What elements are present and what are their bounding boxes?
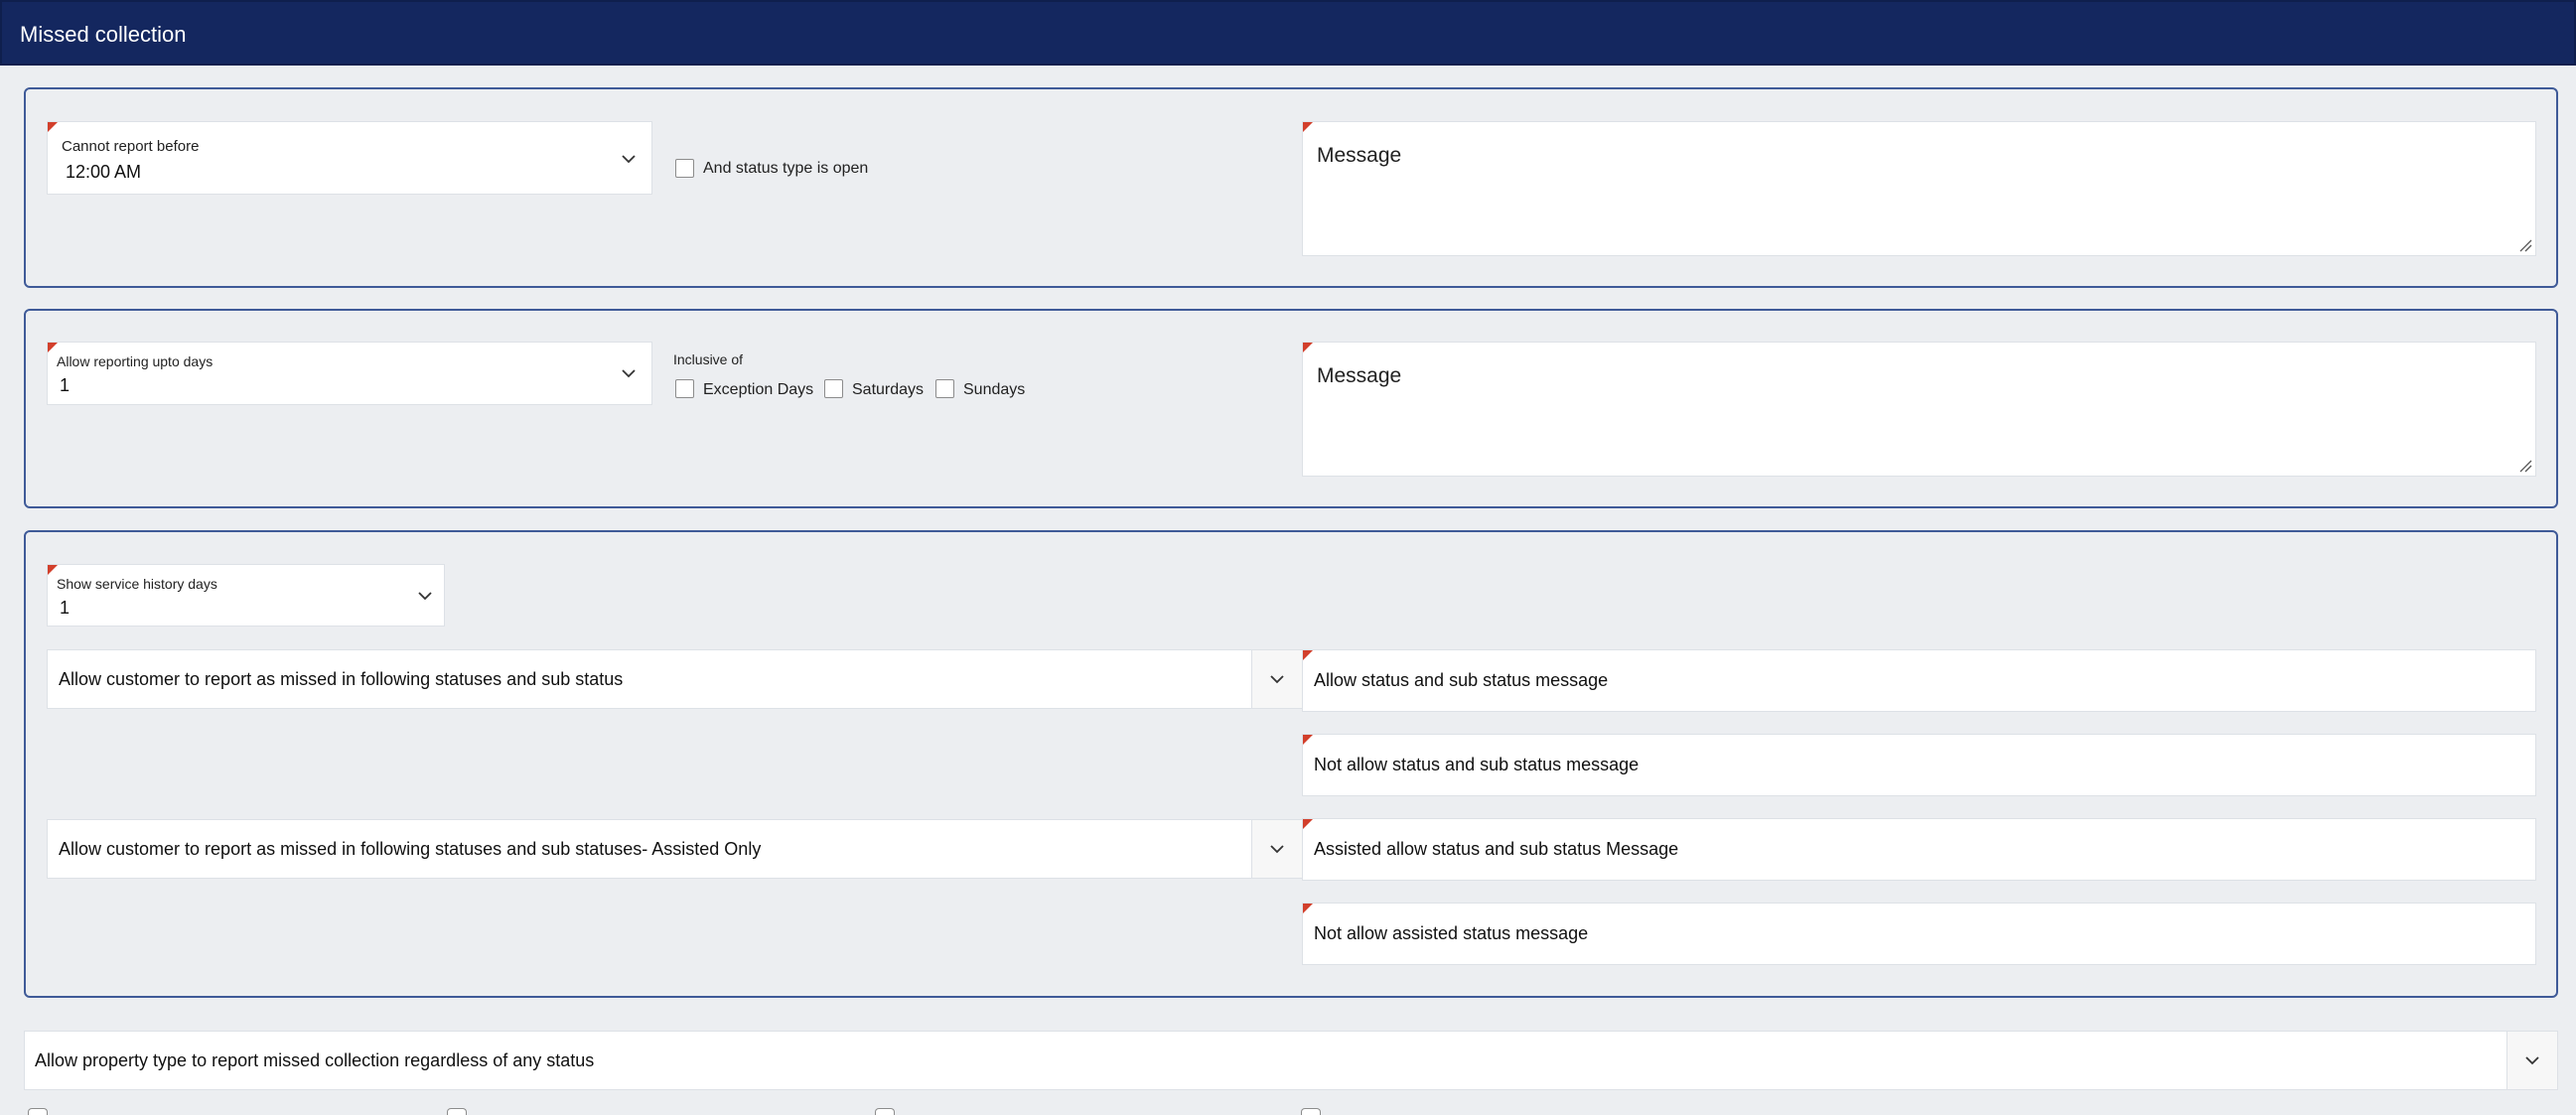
statuses-select-toggle[interactable] xyxy=(1251,650,1302,708)
resize-handle-icon[interactable] xyxy=(2518,238,2532,252)
assisted-select-text: Allow customer to report as missed in fo… xyxy=(59,839,762,859)
allow-status-message-text: Allow status and sub status message xyxy=(1314,670,1609,690)
page-title: Missed collection xyxy=(20,22,187,47)
message-textarea-1[interactable]: Message xyxy=(1302,121,2536,256)
dropdown-label: Show service history days xyxy=(57,576,217,592)
property-type-select[interactable]: Allow property type to report missed col… xyxy=(24,1031,2558,1090)
saturdays-label: Saturdays xyxy=(852,381,925,398)
allow-status-message-input[interactable]: Allow status and sub status message xyxy=(1302,649,2536,712)
inclusive-of-label: Inclusive of xyxy=(673,351,744,367)
cannot-report-before-panel: Cannot report before 12:00 AM And status… xyxy=(24,87,2558,288)
assisted-allow-message-text: Assisted allow status and sub status Mes… xyxy=(1314,839,1679,859)
assisted-allow-message-input[interactable]: Assisted allow status and sub status Mes… xyxy=(1302,818,2536,881)
statuses-select[interactable]: Allow customer to report as missed in fo… xyxy=(47,649,1303,709)
status-open-checkbox[interactable] xyxy=(675,159,694,178)
not-allow-status-message-text: Not allow status and sub status message xyxy=(1314,755,1640,774)
dropdown-value: 12:00 AM xyxy=(66,162,142,182)
exception-days-checkbox[interactable] xyxy=(675,379,694,398)
reporting-days-panel: Allow reporting upto days 1 Inclusive of… xyxy=(24,309,2558,508)
assisted-select-toggle[interactable] xyxy=(1251,820,1302,878)
chevron-down-icon xyxy=(618,362,640,384)
exception-days-label: Exception Days xyxy=(703,381,814,398)
saturdays-checkbox[interactable] xyxy=(824,379,843,398)
chevron-down-icon xyxy=(1270,845,1284,854)
chevron-down-icon xyxy=(618,148,640,170)
sundays-checkbox[interactable] xyxy=(935,379,954,398)
cannot-report-before-dropdown[interactable]: Cannot report before 12:00 AM xyxy=(47,121,652,195)
property-type-select-text: Allow property type to report missed col… xyxy=(35,1050,595,1070)
statuses-select-text: Allow customer to report as missed in fo… xyxy=(59,669,624,689)
chevron-down-icon xyxy=(2525,1056,2539,1065)
message-placeholder: Message xyxy=(1317,364,1402,387)
chevron-down-icon xyxy=(1270,675,1284,684)
dropdown-value: 1 xyxy=(60,375,71,395)
message-textarea-2[interactable]: Message xyxy=(1302,342,2536,477)
message-placeholder: Message xyxy=(1317,144,1402,167)
not-allow-assisted-message-text: Not allow assisted status message xyxy=(1314,923,1589,943)
not-allow-assisted-message-input[interactable]: Not allow assisted status message xyxy=(1302,903,2536,965)
dropdown-label: Allow reporting upto days xyxy=(57,353,214,369)
reporting-days-dropdown[interactable]: Allow reporting upto days 1 xyxy=(47,342,652,405)
service-history-dropdown[interactable]: Show service history days 1 xyxy=(47,564,445,627)
dropdown-value: 1 xyxy=(60,598,71,618)
property-type-select-toggle[interactable] xyxy=(2506,1032,2557,1089)
resize-handle-icon[interactable] xyxy=(2518,459,2532,473)
status-open-label: And status type is open xyxy=(703,160,869,177)
not-allow-status-message-input[interactable]: Not allow status and sub status message xyxy=(1302,734,2536,796)
sundays-label: Sundays xyxy=(963,381,1026,398)
page-header: Missed collection xyxy=(0,0,2576,66)
chevron-down-icon xyxy=(414,585,436,607)
assisted-statuses-select[interactable]: Allow customer to report as missed in fo… xyxy=(47,819,1303,879)
service-history-panel: Show service history days 1 Allow custom… xyxy=(24,530,2558,998)
dropdown-label: Cannot report before xyxy=(62,138,200,155)
